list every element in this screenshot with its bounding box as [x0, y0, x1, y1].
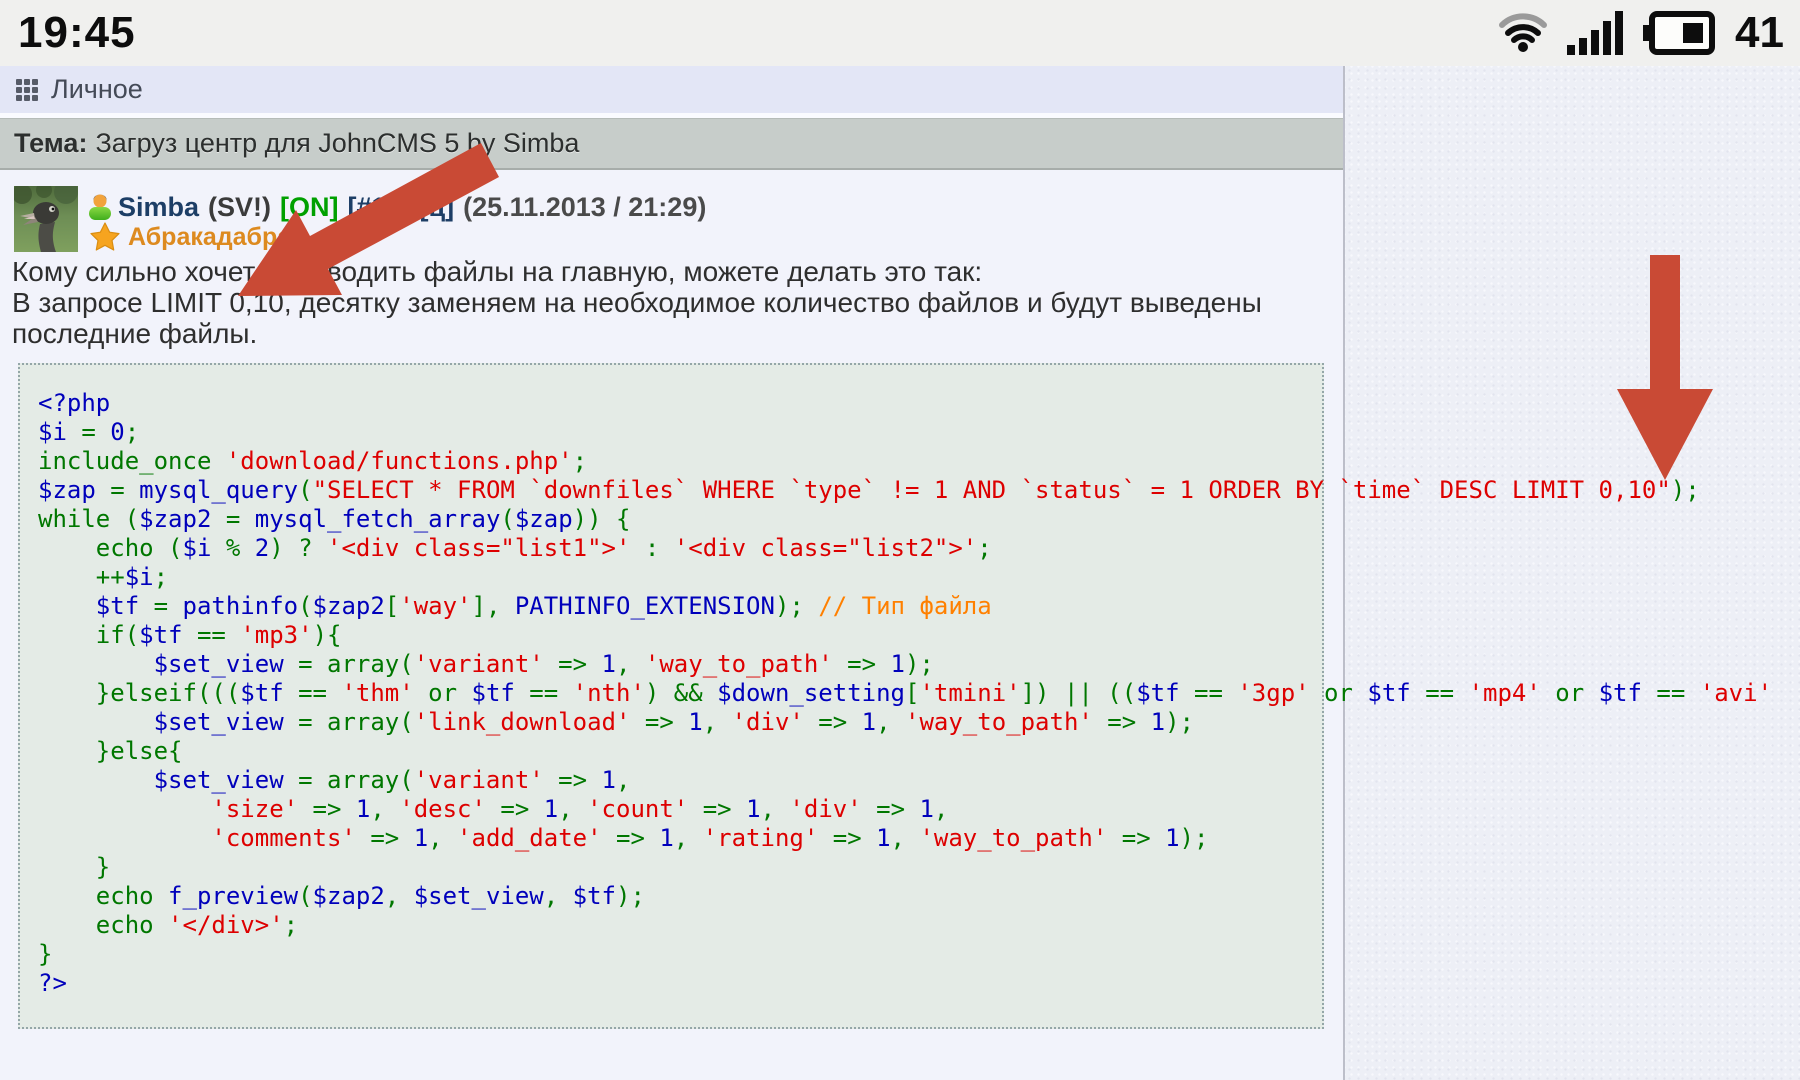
grid-menu-icon[interactable]	[16, 79, 38, 101]
cite-link[interactable]: [ц]	[420, 192, 455, 223]
topic-title: Загруз центр для JohnCMS 5 by Simba	[95, 128, 579, 159]
body-line: В запросе LIMIT 0,10, десятку заменяем н…	[12, 287, 1262, 318]
avatar[interactable]	[14, 186, 78, 252]
rank-line: Абракадабра	[90, 222, 291, 252]
author-link[interactable]: Simba	[118, 192, 199, 223]
code-line: 'size' => 1, 'desc' => 1, 'count' => 1, …	[38, 795, 1322, 824]
signal-bars-icon	[1567, 11, 1623, 55]
code-line: $zap = mysql_query("SELECT * FROM `downf…	[38, 476, 1322, 505]
php-code: <?php$i = 0;include_once 'download/funct…	[38, 389, 1322, 998]
code-line: 'comments' => 1, 'add_date' => 1, 'ratin…	[38, 824, 1322, 853]
forum-content: Личное Тема: Загруз центр для JohnCMS 5 …	[0, 66, 1343, 1080]
app-bar: Личное	[0, 66, 1343, 113]
post-header: Simba (SV!) [ON] [#10] [ц] (25.11.2013 /…	[86, 188, 715, 226]
page-background	[1343, 66, 1800, 1080]
code-line: echo f_preview($zap2, $set_view, $tf);	[38, 882, 1322, 911]
status-bar: 19:45 41	[0, 0, 1800, 66]
battery-percent: 41	[1735, 8, 1784, 58]
code-line: include_once 'download/functions.php';	[38, 447, 1322, 476]
screen: 19:45 41	[0, 0, 1800, 1080]
body-line: последние файлы.	[12, 318, 1262, 349]
user-rank: Абракадабра	[128, 223, 291, 252]
code-line: $set_view = array('link_download' => 1, …	[38, 708, 1322, 737]
author-status: (SV!)	[208, 192, 271, 223]
post-body: Кому сильно хочется выводить файлы на гл…	[12, 256, 1262, 349]
code-line: echo ($i % 2) ? '<div class="list1">' : …	[38, 534, 1322, 563]
code-line: $tf = pathinfo($zap2['way'], PATHINFO_EX…	[38, 592, 1322, 621]
code-line: $i = 0;	[38, 418, 1322, 447]
app-bar-title[interactable]: Личное	[51, 74, 143, 105]
online-badge: [ON]	[280, 192, 338, 223]
code-block: <?php$i = 0;include_once 'download/funct…	[18, 363, 1324, 1029]
code-line: }else{	[38, 737, 1322, 766]
user-icon	[86, 193, 114, 221]
code-line: echo '</div>';	[38, 911, 1322, 940]
clock: 19:45	[18, 8, 136, 58]
code-line: <?php	[38, 389, 1322, 418]
code-line: $set_view = array('variant' => 1, 'way_t…	[38, 650, 1322, 679]
post-number-link[interactable]: [#10]	[348, 192, 411, 223]
code-line: ++$i;	[38, 563, 1322, 592]
status-icons: 41	[1499, 8, 1784, 58]
star-icon	[90, 222, 120, 252]
wifi-icon	[1499, 13, 1547, 53]
topic-bar: Тема: Загруз центр для JohnCMS 5 by Simb…	[0, 118, 1343, 170]
code-line: while ($zap2 = mysql_fetch_array($zap)) …	[38, 505, 1322, 534]
topic-label: Тема:	[14, 128, 87, 159]
code-line: $set_view = array('variant' => 1,	[38, 766, 1322, 795]
body-line: Кому сильно хочется выводить файлы на гл…	[12, 256, 1262, 287]
code-line: }elseif((($tf == 'thm' or $tf == 'nth') …	[38, 679, 1322, 708]
code-line: }	[38, 940, 1322, 969]
code-line: ?>	[38, 969, 1322, 998]
code-line: if($tf == 'mp3'){	[38, 621, 1322, 650]
battery-icon	[1643, 11, 1715, 55]
code-line: }	[38, 853, 1322, 882]
post-datetime: (25.11.2013 / 21:29)	[463, 192, 706, 223]
